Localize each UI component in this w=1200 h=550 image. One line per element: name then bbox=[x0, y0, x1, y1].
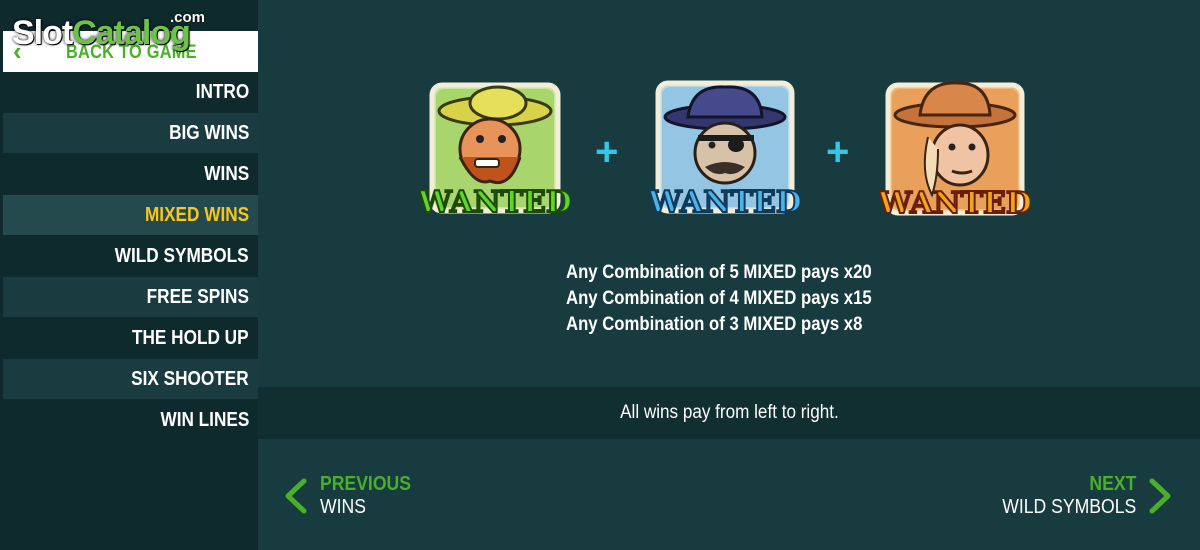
menu-item-wild-symbols[interactable]: WILD SYMBOLS bbox=[3, 236, 258, 276]
menu-item-wins[interactable]: WINS bbox=[3, 154, 258, 194]
info-band: All wins pay from left to right. bbox=[258, 387, 1200, 439]
menu-item-intro[interactable]: INTRO bbox=[3, 72, 258, 112]
menu-item-mixed-wins[interactable]: MIXED WINS bbox=[3, 195, 258, 235]
wanted-label: WANTED bbox=[880, 186, 1030, 221]
menu-item-win-lines[interactable]: WIN LINES bbox=[3, 400, 258, 440]
previous-label: PREVIOUS bbox=[320, 473, 411, 495]
watermark-suffix: .com bbox=[170, 9, 206, 26]
wanted-label: WANTED bbox=[420, 185, 570, 220]
mixed-pays-list: Any Combination of 5 MIXED pays x20 Any … bbox=[566, 260, 913, 338]
next-page-name: WILD SYMBOLS bbox=[1002, 496, 1136, 518]
chevron-left-icon bbox=[285, 478, 307, 514]
mixed-symbols-row: WANTED + WANTED + WANTED bbox=[420, 72, 1040, 222]
paytable-menu: INTRO BIG WINS WINS MIXED WINS WILD SYMB… bbox=[3, 72, 258, 441]
previous-page-button[interactable]: PREVIOUS WINS bbox=[282, 473, 482, 523]
wanted-outlaw-cowboy-icon: WANTED bbox=[880, 81, 1030, 222]
plus-sign: + bbox=[595, 130, 619, 174]
menu-item-six-shooter[interactable]: SIX SHOOTER bbox=[3, 359, 258, 399]
previous-page-name: WINS bbox=[320, 496, 366, 518]
pay-line: Any Combination of 4 MIXED pays x15 bbox=[566, 288, 872, 309]
plus-sign: + bbox=[826, 130, 850, 174]
slotcatalog-watermark: SlotCatalog bbox=[12, 14, 191, 52]
pay-line: Any Combination of 5 MIXED pays x20 bbox=[566, 262, 872, 283]
menu-item-the-hold-up[interactable]: THE HOLD UP bbox=[3, 318, 258, 358]
wanted-outlaw-eyepatch-icon: WANTED bbox=[650, 80, 800, 221]
pay-line: Any Combination of 3 MIXED pays x8 bbox=[566, 314, 863, 335]
footer-note: All wins pay from left to right. bbox=[619, 402, 839, 423]
wanted-outlaw-sombrero-icon: WANTED bbox=[420, 82, 570, 221]
next-label: NEXT bbox=[1089, 473, 1136, 495]
wanted-label: WANTED bbox=[650, 185, 800, 220]
menu-item-free-spins[interactable]: FREE SPINS bbox=[3, 277, 258, 317]
next-page-button[interactable]: NEXT WILD SYMBOLS bbox=[1000, 473, 1180, 523]
sidebar: ‹ BACK TO GAME SlotCatalog .com INTRO BI… bbox=[0, 0, 258, 550]
menu-item-big-wins[interactable]: BIG WINS bbox=[3, 113, 258, 153]
chevron-right-icon bbox=[1149, 478, 1171, 514]
